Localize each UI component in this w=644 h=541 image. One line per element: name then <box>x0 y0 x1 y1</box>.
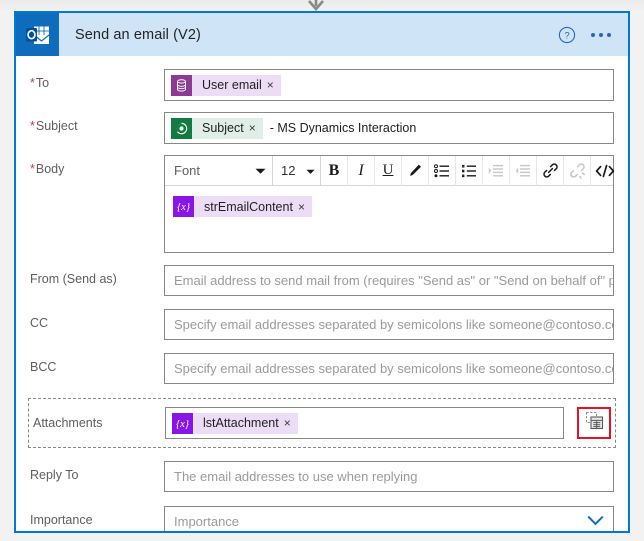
from-placeholder: Email address to send mail from (require… <box>174 273 613 288</box>
code-view-button[interactable] <box>591 156 618 186</box>
switch-to-array-input-button[interactable] <box>577 407 611 439</box>
svg-text:{x}: {x} <box>176 419 190 430</box>
underline-button[interactable]: U <box>375 155 402 186</box>
input-to[interactable]: User email × <box>164 69 614 101</box>
outdent-button[interactable] <box>510 155 537 186</box>
input-subject[interactable]: Subject × - MS Dynamics Interaction <box>164 112 614 144</box>
token-remove-icon[interactable]: × <box>283 417 298 429</box>
field-row-bcc: BCC Specify email addresses separated by… <box>16 353 628 384</box>
token-str-email-content[interactable]: {x} strEmailContent × <box>173 196 312 217</box>
input-reply-to[interactable]: The email addresses to use when replying <box>164 461 614 492</box>
bulleted-list-button[interactable] <box>429 155 456 186</box>
subject-suffix-text: - MS Dynamics Interaction <box>269 121 417 135</box>
field-row-cc: CC Specify email addresses separated by … <box>16 309 628 340</box>
variable-icon: {x} <box>173 196 194 217</box>
token-label: Subject <box>202 121 244 135</box>
token-remove-icon[interactable]: × <box>266 79 281 91</box>
svg-text:?: ? <box>564 30 569 41</box>
cc-placeholder: Specify email addresses separated by sem… <box>174 317 614 332</box>
chevron-down-icon <box>587 513 604 531</box>
label-body: *Body <box>30 162 65 176</box>
label-to: *To <box>30 76 50 90</box>
font-family-dropdown[interactable]: Font <box>165 155 273 186</box>
card-title: Send an email (V2) <box>75 26 201 43</box>
help-circle-icon[interactable]: ? <box>558 26 576 44</box>
token-remove-icon[interactable]: × <box>297 201 312 213</box>
label-bcc: BCC <box>30 360 57 374</box>
card-header-actions: ? <box>558 26 628 44</box>
font-family-value: Font <box>174 163 201 178</box>
chevron-down-icon <box>255 163 266 178</box>
field-row-reply-to: Reply To The email addresses to use when… <box>16 461 628 492</box>
required-asterisk: * <box>30 119 35 133</box>
font-size-value: 12 <box>281 163 296 178</box>
card-header[interactable]: Send an email (V2) ? <box>16 13 628 56</box>
switch-to-array-input-icon <box>585 411 604 435</box>
variable-icon: {x} <box>172 412 193 434</box>
token-lst-attachment[interactable]: {x} lstAttachment × <box>172 412 298 434</box>
editor-content-area[interactable]: {x} strEmailContent × <box>165 186 613 252</box>
label-cc: CC <box>30 316 49 330</box>
field-row-importance: Importance Importance <box>16 506 628 531</box>
bcc-placeholder: Specify email addresses separated by sem… <box>174 361 614 376</box>
input-cc[interactable]: Specify email addresses separated by sem… <box>164 309 614 340</box>
rich-text-editor[interactable]: Font 12 B I U {x} strEmailContent × <box>164 155 614 253</box>
label-from: From (Send as) <box>30 272 117 286</box>
dynamics-icon <box>171 117 192 139</box>
send-email-action-card: Send an email (V2) ? *To User email × *S… <box>14 11 630 533</box>
token-remove-icon[interactable]: × <box>248 122 263 134</box>
svg-text:{x}: {x} <box>177 202 191 213</box>
field-row-subject: *Subject Subject × - MS Dynamics Interac… <box>16 112 628 144</box>
label-attachments: Attachments <box>33 416 103 430</box>
input-from[interactable]: Email address to send mail from (require… <box>164 265 614 296</box>
more-options-icon[interactable] <box>588 32 614 37</box>
required-asterisk: * <box>30 162 35 176</box>
importance-dropdown[interactable]: Importance <box>164 506 614 531</box>
input-bcc[interactable]: Specify email addresses separated by sem… <box>164 353 614 384</box>
label-importance: Importance <box>30 513 93 527</box>
card-body: *To User email × *Subject Subject × - MS… <box>16 69 628 531</box>
italic-button[interactable]: I <box>348 155 375 186</box>
remove-link-button <box>564 155 591 186</box>
editor-toolbar: Font 12 B I U <box>165 155 614 186</box>
label-subject: *Subject <box>30 119 78 133</box>
bold-button[interactable]: B <box>321 155 348 186</box>
required-asterisk: * <box>30 76 35 90</box>
insert-link-button[interactable] <box>537 155 564 186</box>
field-row-body: *Body Font 12 B I U {x} strEmailContent … <box>16 155 628 253</box>
importance-value: Importance <box>174 514 240 529</box>
token-label: strEmailContent <box>204 199 293 214</box>
label-reply-to: Reply To <box>30 468 79 482</box>
token-subject[interactable]: Subject × <box>171 117 263 139</box>
numbered-list-button[interactable] <box>456 155 483 186</box>
font-size-dropdown[interactable]: 12 <box>273 155 321 186</box>
input-attachments[interactable]: {x} lstAttachment × <box>165 407 564 439</box>
flow-designer-canvas: Send an email (V2) ? *To User email × *S… <box>0 0 644 541</box>
field-row-attachments[interactable]: Attachments {x} lstAttachment × <box>28 398 616 448</box>
input-body[interactable]: Font 12 B I U {x} strEmailContent × <box>164 155 614 253</box>
input-importance[interactable]: Importance <box>164 506 614 531</box>
reply-to-placeholder: The email addresses to use when replying <box>174 469 418 484</box>
token-label: User email <box>202 78 262 92</box>
text-color-button[interactable] <box>402 155 429 186</box>
database-icon <box>171 74 192 96</box>
token-user-email[interactable]: User email × <box>171 74 281 96</box>
chevron-down-icon <box>306 163 315 178</box>
outlook-icon <box>16 13 59 56</box>
token-label: lstAttachment <box>203 416 279 430</box>
indent-button[interactable] <box>483 155 510 186</box>
field-row-to: *To User email × <box>16 69 628 101</box>
field-row-from: From (Send as) Email address to send mai… <box>16 265 628 296</box>
